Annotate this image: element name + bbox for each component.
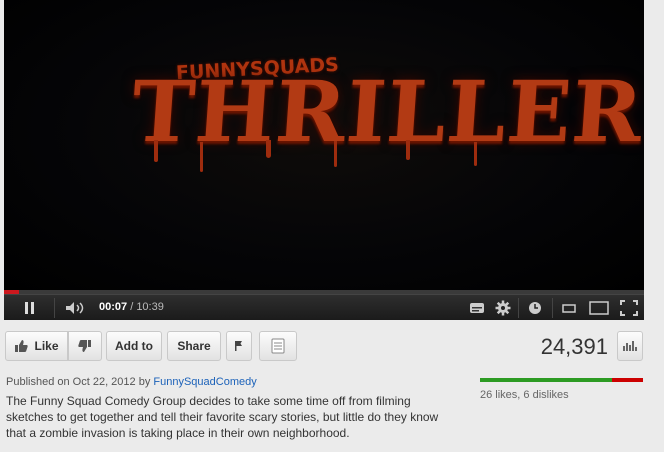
captions-button[interactable]	[468, 299, 486, 317]
large-screen-icon	[589, 301, 609, 315]
like-label: Like	[34, 339, 59, 353]
small-screen-icon	[562, 304, 576, 313]
fullscreen-button[interactable]	[618, 299, 640, 317]
video-player[interactable]: FUNNYSQUADS THRILLER 00:07 / 10:39	[4, 0, 644, 320]
gear-icon	[495, 300, 511, 316]
thumbs-up-icon	[15, 340, 29, 352]
flag-button[interactable]	[226, 331, 252, 361]
like-button[interactable]: Like	[5, 331, 68, 361]
share-label: Share	[177, 339, 211, 353]
blood-drip	[334, 141, 337, 167]
flag-icon	[235, 341, 242, 351]
add-to-button[interactable]: Add to	[106, 331, 162, 361]
blood-drip	[266, 140, 271, 158]
divider	[552, 298, 553, 318]
published-date: Published on Oct 22, 2012 by	[6, 376, 154, 388]
divider	[54, 298, 55, 318]
add-to-label: Add to	[115, 339, 153, 353]
view-count: 24,391	[540, 334, 608, 359]
video-description: The Funny Squad Comedy Group decides to …	[6, 394, 439, 440]
volume-icon	[66, 302, 84, 314]
watch-later-button[interactable]	[526, 299, 544, 317]
time-display: 00:07 / 10:39	[99, 301, 164, 313]
blood-drip	[406, 140, 410, 160]
volume-button[interactable]	[62, 299, 90, 317]
bar-chart-icon	[623, 341, 637, 351]
fullscreen-icon	[620, 300, 638, 316]
pause-button[interactable]	[20, 299, 40, 317]
pause-icon	[25, 302, 34, 314]
thumbs-down-icon	[78, 340, 91, 352]
likes-dislikes-count: 26 likes, 6 dislikes	[480, 389, 569, 401]
player-controls: 00:07 / 10:39	[4, 294, 644, 320]
duration: 10:39	[136, 301, 164, 313]
transcript-icon	[271, 338, 285, 354]
blood-drip	[200, 142, 203, 172]
dislike-button[interactable]	[68, 331, 102, 361]
published-line: Published on Oct 22, 2012 by FunnySquadC…	[6, 376, 257, 388]
like-bar-fill	[480, 378, 613, 382]
blood-drip	[154, 140, 158, 162]
small-player-button[interactable]	[560, 299, 578, 317]
large-player-button[interactable]	[588, 299, 610, 317]
like-dislike-bar	[480, 378, 643, 382]
video-title-art: THRILLER	[128, 62, 644, 161]
video-frame[interactable]: FUNNYSQUADS THRILLER	[4, 0, 644, 290]
settings-button[interactable]	[494, 299, 512, 317]
transcript-button[interactable]	[259, 331, 297, 361]
current-time: 00:07	[99, 301, 128, 313]
clock-icon	[529, 302, 541, 314]
stats-button[interactable]	[617, 331, 643, 361]
captions-icon	[470, 303, 484, 313]
channel-link[interactable]: FunnySquadComedy	[153, 376, 256, 388]
share-button[interactable]: Share	[167, 331, 221, 361]
blood-drip	[474, 142, 477, 166]
divider	[518, 298, 519, 318]
